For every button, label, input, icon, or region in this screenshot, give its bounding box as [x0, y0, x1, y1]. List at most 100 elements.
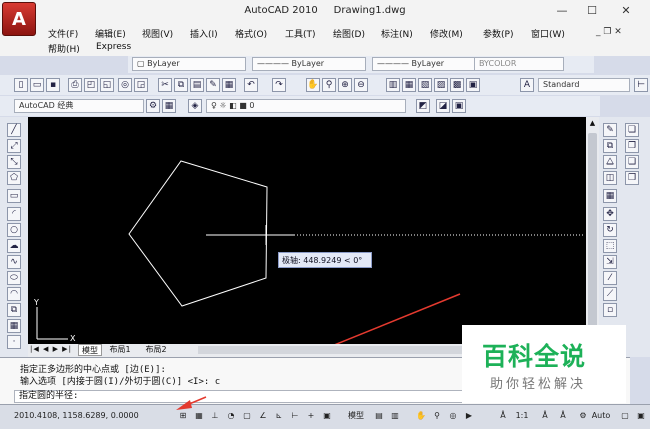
- menu-window[interactable]: 窗口(W): [531, 27, 565, 40]
- design-center-icon[interactable]: ▦: [402, 78, 416, 92]
- tab-layout2[interactable]: 布局2: [142, 344, 170, 356]
- linetype-combo[interactable]: ———— ByLayer: [252, 57, 366, 71]
- line-icon[interactable]: ╱: [7, 123, 21, 137]
- layer-state-icon[interactable]: ▣: [452, 99, 466, 113]
- publish-icon[interactable]: ◱: [100, 78, 114, 92]
- menu-parameters[interactable]: 参数(P): [483, 27, 513, 40]
- insert-block-icon[interactable]: ⧉: [7, 303, 21, 317]
- move-icon[interactable]: ✥: [603, 207, 617, 221]
- grid-icon[interactable]: ▦: [192, 408, 206, 424]
- cut-icon[interactable]: ✂: [158, 78, 172, 92]
- plot-preview-icon[interactable]: ◰: [84, 78, 98, 92]
- block-editor-icon[interactable]: ▦: [222, 78, 236, 92]
- menu-file[interactable]: 文件(F): [48, 27, 78, 40]
- quick-view-layouts-icon[interactable]: ▤: [372, 408, 386, 424]
- maximize-button[interactable]: ☐: [578, 3, 606, 19]
- pan-status-icon[interactable]: ✋: [414, 408, 428, 424]
- tab-model[interactable]: 模型: [78, 344, 102, 356]
- model-space-button[interactable]: 模型: [344, 408, 368, 424]
- markup-icon[interactable]: ▩: [450, 78, 464, 92]
- color-combo[interactable]: ▢ ByLayer: [132, 57, 246, 71]
- scale-icon[interactable]: ⬚: [603, 239, 617, 253]
- ducs-icon[interactable]: ⊾: [272, 408, 286, 424]
- 3d-dwf-icon[interactable]: ◎: [118, 78, 132, 92]
- spline-icon[interactable]: ∿: [7, 255, 21, 269]
- paste-icon[interactable]: ▤: [190, 78, 204, 92]
- layer-combo[interactable]: ♀ ☼ ◧ ■ 0: [206, 99, 406, 113]
- text-above-icon[interactable]: ❒: [625, 171, 639, 185]
- menu-help[interactable]: 帮助(H): [48, 42, 80, 55]
- copy-icon[interactable]: ⧉: [174, 78, 188, 92]
- polyline-icon[interactable]: ⤡: [7, 155, 21, 169]
- send-back-icon[interactable]: ❑: [625, 155, 639, 169]
- bring-front-icon[interactable]: ❐: [625, 139, 639, 153]
- menu-view[interactable]: 视图(V): [142, 27, 173, 40]
- layer-properties-icon[interactable]: ◈: [188, 99, 202, 113]
- menu-dimension[interactable]: 标注(N): [381, 27, 413, 40]
- zoom-previous-icon[interactable]: ⊖: [354, 78, 368, 92]
- point-icon[interactable]: ·: [7, 335, 21, 349]
- circle-icon[interactable]: ○: [7, 223, 21, 237]
- vertical-scrollbar[interactable]: ▲ ▼: [586, 117, 599, 357]
- extend-icon[interactable]: ⟋: [603, 287, 617, 301]
- quickcalc-icon[interactable]: ▣: [466, 78, 480, 92]
- zoom-window-icon[interactable]: ⊕: [338, 78, 352, 92]
- annotation-visibility-icon[interactable]: Å: [538, 408, 552, 424]
- workspace-combo[interactable]: AutoCAD 经典: [14, 99, 144, 113]
- menu-modify[interactable]: 修改(M): [430, 27, 463, 40]
- dyn-icon[interactable]: ⊢: [288, 408, 302, 424]
- offset-icon[interactable]: ◫: [603, 171, 617, 185]
- make-block-icon[interactable]: ▦: [7, 319, 21, 333]
- application-menu-button[interactable]: A: [2, 2, 36, 36]
- properties-icon[interactable]: ▥: [386, 78, 400, 92]
- mirror-icon[interactable]: ⧋: [603, 155, 617, 169]
- sheet-set-icon[interactable]: ▨: [434, 78, 448, 92]
- save-icon[interactable]: ▪: [46, 78, 60, 92]
- copy-object-icon[interactable]: ⧉: [603, 139, 617, 153]
- close-button[interactable]: ✕: [612, 3, 640, 19]
- toolbar-lock-icon[interactable]: ▢: [618, 408, 632, 424]
- quick-properties-icon[interactable]: ▣: [320, 408, 334, 424]
- annotation-scale-icon[interactable]: Å: [496, 408, 510, 424]
- zoom-status-icon[interactable]: ⚲: [430, 408, 444, 424]
- tab-nav-arrows[interactable]: |◀ ◀ ▶ ▶|: [30, 345, 72, 353]
- workspace-switch-icon[interactable]: ⚙: [576, 408, 590, 424]
- quick-view-drawings-icon[interactable]: ▥: [388, 408, 402, 424]
- customize-icon[interactable]: ▦: [162, 99, 176, 113]
- plot-icon[interactable]: ⎙: [68, 78, 82, 92]
- new-icon[interactable]: ▯: [14, 78, 28, 92]
- ortho-icon[interactable]: ⊥: [208, 408, 222, 424]
- annotation-scale-value[interactable]: 1:1: [510, 408, 534, 424]
- osnap-icon[interactable]: ▢: [240, 408, 254, 424]
- auto-scale-icon[interactable]: Å: [556, 408, 570, 424]
- menu-tools[interactable]: 工具(T): [285, 27, 316, 40]
- text-style-combo[interactable]: Standard: [538, 78, 630, 92]
- steering-wheel-icon[interactable]: ◎: [446, 408, 460, 424]
- workspace-settings-icon[interactable]: ⚙: [146, 99, 160, 113]
- scroll-thumb[interactable]: [588, 133, 597, 333]
- revision-cloud-icon[interactable]: ☁: [7, 239, 21, 253]
- otrack-icon[interactable]: ∠: [256, 408, 270, 424]
- trim-icon[interactable]: ⁄: [603, 271, 617, 285]
- menu-edit[interactable]: 编辑(E): [95, 27, 126, 40]
- scroll-up-icon[interactable]: ▲: [587, 119, 598, 129]
- publish-3d-icon[interactable]: ◲: [134, 78, 148, 92]
- array-icon[interactable]: ▦: [603, 189, 617, 203]
- rotate-icon[interactable]: ↻: [603, 223, 617, 237]
- erase-icon[interactable]: ✎: [603, 123, 617, 137]
- stretch-icon[interactable]: ⇲: [603, 255, 617, 269]
- clean-screen-icon[interactable]: ▣: [634, 408, 648, 424]
- zoom-realtime-icon[interactable]: ⚲: [322, 78, 336, 92]
- open-icon[interactable]: ▭: [30, 78, 44, 92]
- dim-style-icon[interactable]: ⊢: [634, 78, 648, 92]
- doc-window-controls[interactable]: _ ❐ ✕: [596, 27, 622, 37]
- menu-insert[interactable]: 插入(I): [190, 27, 218, 40]
- draworder-icon[interactable]: ❏: [625, 123, 639, 137]
- ellipse-arc-icon[interactable]: ◠: [7, 287, 21, 301]
- text-style-icon[interactable]: A: [520, 78, 534, 92]
- pan-icon[interactable]: ✋: [306, 78, 320, 92]
- layer-previous-icon[interactable]: ◪: [436, 99, 450, 113]
- polar-icon[interactable]: ◔: [224, 408, 238, 424]
- undo-icon[interactable]: ↶: [244, 78, 258, 92]
- rectangle-icon[interactable]: ▭: [7, 189, 21, 203]
